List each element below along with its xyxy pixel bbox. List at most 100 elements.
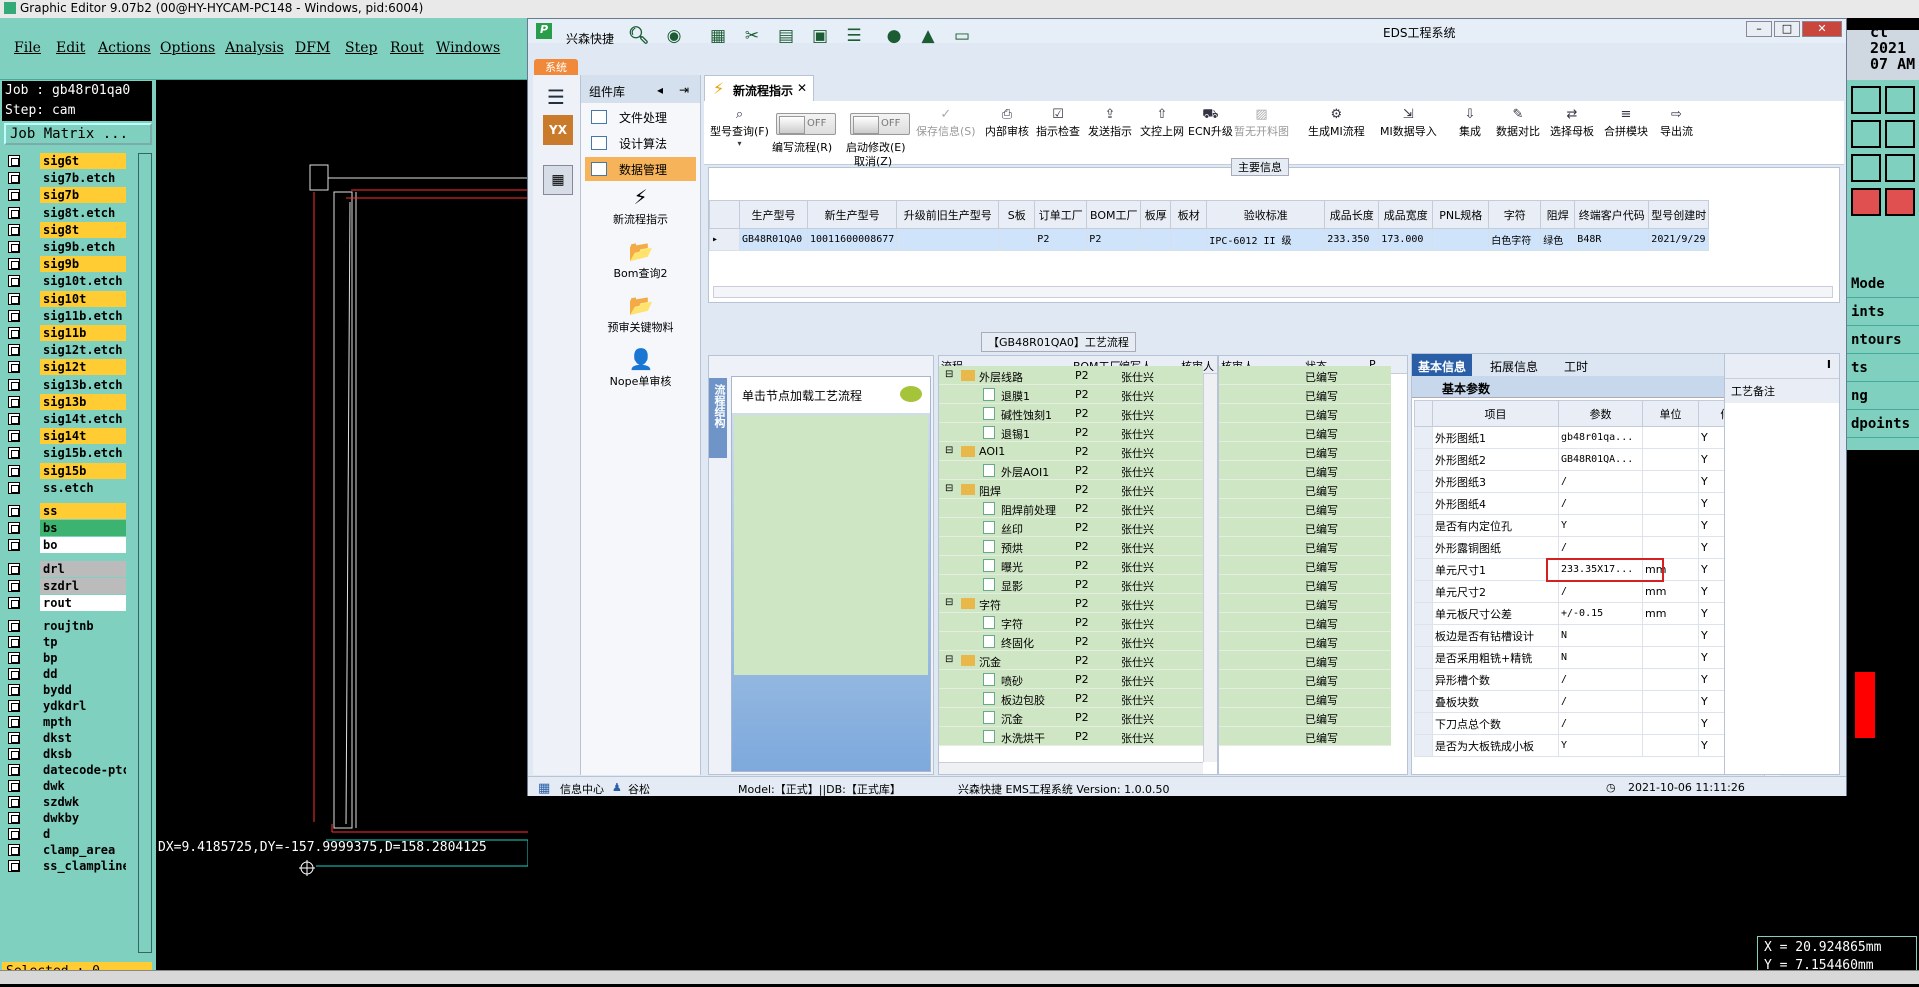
component-tool[interactable]: ⚡ 新流程指示 [581,183,700,237]
tree-row[interactable]: ⊟ AOI1 P2 张仕兴 [939,442,1203,461]
layer-name[interactable]: datecode-ptc [40,762,126,779]
param-row[interactable]: 外形露铜图纸 / Y [1414,536,1765,559]
column-header[interactable]: 字符 [1488,200,1542,229]
layer-name[interactable]: sig7b [40,187,126,204]
column-header[interactable]: 新生产型号 [806,200,898,229]
param-row[interactable]: 外形图纸2 GB48R01QA... Y [1414,448,1765,471]
tree-row[interactable]: 字符 P2 张仕兴 [939,613,1203,632]
layer-row[interactable]: sig14t [6,427,126,445]
right-menu-mode[interactable]: Mode [1847,270,1919,298]
layer-name[interactable]: dwkby [40,810,126,827]
param-row[interactable]: 单元板尺寸公差 +/-0.15 mm Y [1414,602,1765,625]
layer-checkbox[interactable] [8,413,20,425]
param-row[interactable]: 异形槽个数 / Y [1414,668,1765,691]
column-header[interactable]: PNL规格 [1432,200,1490,229]
menu-analysis[interactable]: Analysis [225,40,284,56]
table-row[interactable]: ▸ GB48R01QA0 10011600008677 P2 P2 IPC-6012 II… [709,228,1710,251]
globe-icon[interactable]: ◉ [664,26,684,46]
param-cell[interactable]: gb48r01qa... [1558,426,1643,449]
param-row[interactable]: 单元尺寸2/mm Y [1414,580,1765,603]
list-icon[interactable]: ☰ [844,26,864,46]
layer-row[interactable]: szdrl [6,577,126,595]
param-cell[interactable]: / [1558,536,1643,559]
tool-help-icon[interactable] [1885,154,1915,182]
param-cell[interactable]: / [1558,712,1643,735]
param-row[interactable]: 是否采用粗铣+精铣 N Y [1414,646,1765,669]
layer-row[interactable]: sig7b.etch [6,169,126,187]
layer-checkbox[interactable] [8,636,20,649]
tab-basic-info[interactable]: 基本信息 [1412,354,1473,376]
layer-checkbox[interactable] [8,223,20,236]
right-menu-ts[interactable]: ts [1847,354,1919,382]
layer-checkbox[interactable] [8,275,20,288]
layer-name[interactable]: d [40,826,126,843]
menu-windows[interactable]: Windows [436,40,500,56]
tree-row[interactable]: 板边包胶 P2 张仕兴 [939,689,1203,708]
layer-name[interactable]: bydd [40,682,126,699]
layer-checkbox[interactable] [8,292,20,305]
layer-name[interactable]: sig14t.etch [40,411,126,427]
layer-checkbox[interactable] [8,684,20,697]
layer-name[interactable]: sig9b [40,256,126,273]
expand-icon[interactable]: ⊟ [945,445,953,456]
column-header[interactable]: 板材 [1170,200,1208,229]
layer-checkbox[interactable] [8,464,20,477]
info-center-link[interactable]: 信息中心 [560,781,604,797]
layer-checkbox[interactable] [8,597,20,609]
check-instruction-button[interactable]: ☑ 指示检查 [1036,107,1080,139]
layer-checkbox[interactable] [8,327,20,339]
layer-name[interactable]: dkst [40,730,126,747]
integrate-button[interactable]: ⇩ 集成 [1459,107,1481,139]
layer-checkbox[interactable] [8,189,20,202]
layer-row[interactable]: sig8t [6,221,126,239]
layer-row[interactable]: rout [6,594,126,612]
layer-checkbox[interactable] [8,562,20,575]
component-tool[interactable]: 📂 预审关键物料 [581,291,700,345]
layer-checkbox[interactable] [8,539,20,552]
maximize-button[interactable]: □ [1774,21,1800,37]
send-instruction-button[interactable]: ⇪ 发送指示 [1088,107,1132,139]
column-header[interactable]: 阻焊 [1540,200,1576,229]
layer-checkbox[interactable] [8,668,20,681]
layer-name[interactable]: rout [40,595,126,611]
param-column-header[interactable]: 单位 [1642,400,1699,427]
layer-row[interactable]: sig7b [6,186,126,204]
layer-row[interactable]: sig12t.etch [6,341,126,359]
layer-name[interactable]: szdrl [40,577,126,594]
menu-actions[interactable]: Actions [98,40,151,56]
main-info-hscrollbar[interactable] [713,286,1833,298]
layer-row[interactable]: sig10t.etch [6,272,126,290]
menu-dfm[interactable]: DFM [295,40,330,56]
layer-checkbox[interactable] [8,716,20,729]
column-header[interactable]: 升级前旧生产型号 [896,200,1000,229]
layer-scrollbar[interactable] [138,153,152,953]
layer-name[interactable]: sig10t.etch [40,273,126,290]
factory-icon[interactable]: YX [543,115,573,145]
param-row[interactable]: 外形图纸1 gb48r01qa... Y [1414,426,1765,449]
param-cell[interactable]: +/-0.15 [1558,602,1643,625]
param-row[interactable]: 板边是否有钻槽设计 N Y [1414,624,1765,647]
tree-row[interactable]: 喷砂 P2 张仕兴 [939,670,1203,689]
layer-row[interactable]: sig8t.etch [6,204,126,222]
layer-name[interactable]: dksb [40,746,126,763]
column-header[interactable]: S板 [998,200,1036,229]
layer-name[interactable]: szdwk [40,794,126,811]
expand-icon[interactable]: ⊟ [945,483,953,494]
compare-button[interactable]: ✎ 数据对比 [1496,107,1540,139]
expand-icon[interactable]: ⊟ [945,369,953,380]
layer-checkbox[interactable] [8,309,20,322]
pin-icon[interactable]: ⇥ [679,83,689,97]
layer-name[interactable]: drl [40,560,126,577]
export-button[interactable]: ⇨ 导出流 [1660,107,1693,139]
start-modify-toggle[interactable]: OFF [850,113,910,135]
layer-name[interactable]: ydkdrl [40,698,126,715]
query-button[interactable]: ⌕ 型号查询(F) ▾ [710,107,769,155]
param-cell[interactable]: / [1558,470,1643,493]
layer-checkbox[interactable] [8,579,20,592]
column-header[interactable]: 型号创建时 [1648,200,1710,229]
layer-name[interactable]: ss [40,503,126,519]
table-icon[interactable]: ▦ [708,26,728,46]
layer-name[interactable]: sig7b.etch [40,170,126,187]
param-cell[interactable]: / [1558,690,1643,713]
layer-row[interactable]: sig11b.etch [6,307,126,325]
